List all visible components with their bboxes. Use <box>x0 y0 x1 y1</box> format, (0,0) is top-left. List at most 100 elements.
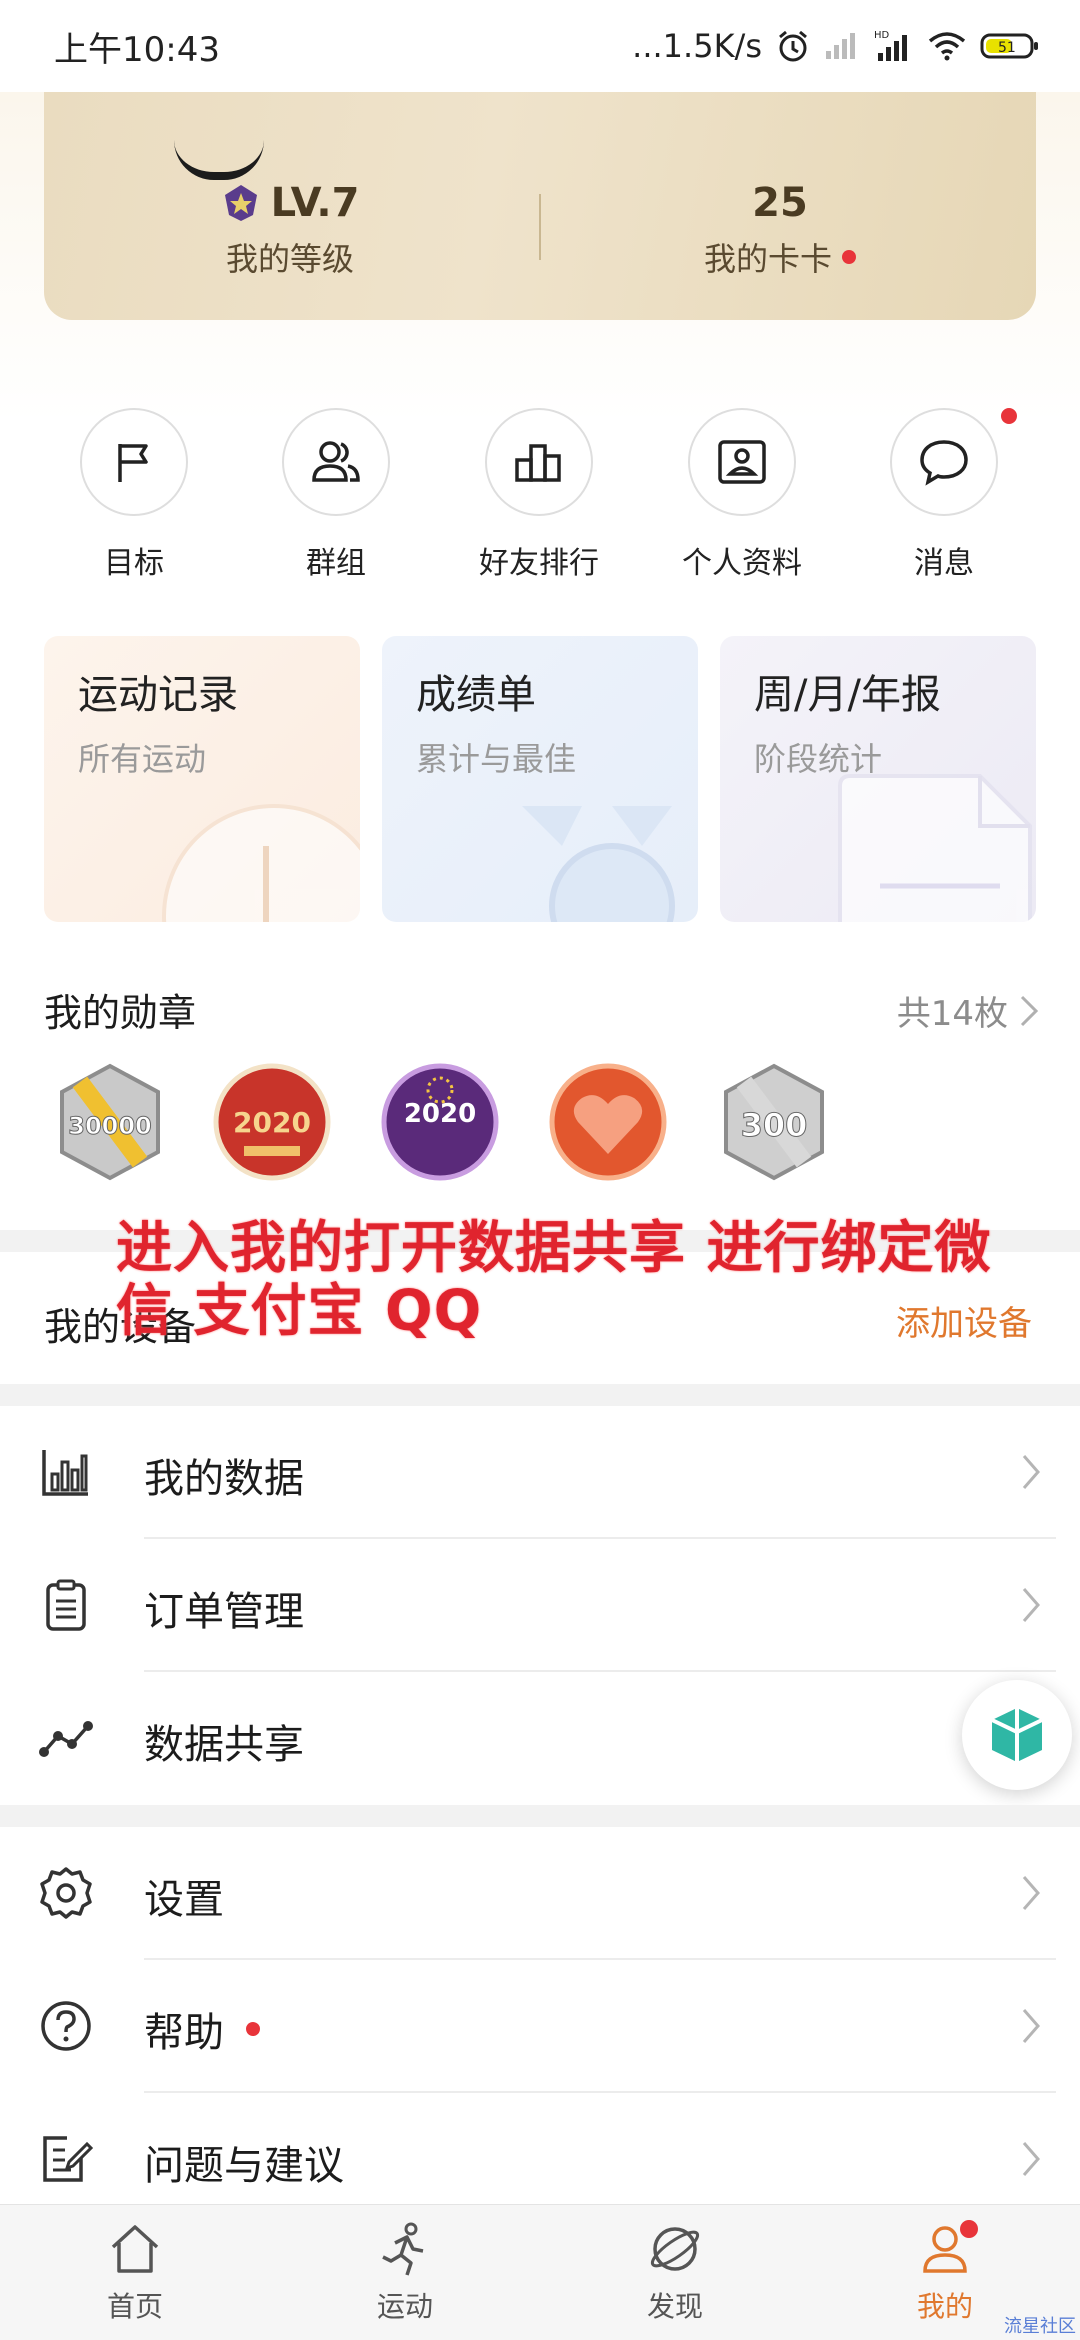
section-gap <box>0 1805 1080 1827</box>
level-badge-icon <box>224 185 257 221</box>
home-icon <box>111 2225 159 2273</box>
menu-item-label: 订单管理 <box>144 1589 304 1635</box>
share-nodes-icon <box>39 1721 93 1757</box>
level-stat[interactable]: LV.7 我的等级 <box>140 180 440 280</box>
menu-item-label: 我的数据 <box>144 1456 304 1502</box>
nav-tab-sport[interactable]: 运动 <box>305 2221 505 2325</box>
cards-stat[interactable]: 25 我的卡卡 <box>630 180 930 280</box>
quick-action-goal[interactable]: 目标 <box>64 408 204 582</box>
menu-item-settings[interactable]: 设置 <box>0 1827 1080 1960</box>
chevron-right-icon <box>1022 1588 1040 1622</box>
wifi-icon <box>928 32 966 61</box>
battery-level: 51 <box>998 40 1016 56</box>
nav-tab-home[interactable]: 首页 <box>35 2221 235 2325</box>
chevron-right-icon <box>1022 1876 1040 1910</box>
me-badge-dot <box>960 2220 978 2238</box>
discover-icon <box>650 2227 700 2271</box>
document-decoration-icon <box>838 774 1032 922</box>
annotation-overlay-text: 进入我的打开数据共享 进行绑定微信 支付宝 QQ <box>116 1216 992 1344</box>
feature-card-subtitle: 累计与最佳 <box>416 740 577 778</box>
svg-text:HD: HD <box>874 30 890 41</box>
signal-icon <box>826 33 855 59</box>
help-icon <box>41 2001 91 2051</box>
medal-decoration-icon <box>522 806 675 922</box>
cards-label: 我的卡卡 <box>703 240 832 278</box>
medal-300[interactable]: 300 <box>714 1062 834 1182</box>
gear-icon <box>40 1867 92 1919</box>
menu-item-label: 问题与建议 <box>144 2143 344 2189</box>
battery-icon: 51 <box>980 33 1038 59</box>
medal-text: 2020 <box>404 1099 476 1129</box>
level-value: LV.7 <box>270 180 360 226</box>
nav-label: 发现 <box>646 2290 703 2323</box>
chevron-right-icon <box>1022 1455 1040 1489</box>
cube-icon <box>991 1708 1043 1762</box>
level-label: 我的等级 <box>225 240 354 278</box>
chevron-right-icon <box>1022 2009 1040 2043</box>
medal-30000[interactable]: 30000 <box>50 1062 170 1182</box>
nav-label: 首页 <box>106 2290 163 2323</box>
feature-card-title: 成绩单 <box>416 672 536 718</box>
feature-card-title: 周/月/年报 <box>754 672 941 718</box>
group-icon <box>312 441 360 482</box>
ranking-icon <box>515 444 561 482</box>
menu-item-my-data[interactable]: 我的数据 <box>0 1406 1080 1539</box>
feature-card-title: 运动记录 <box>78 672 238 718</box>
profile-card-icon <box>718 440 766 484</box>
floating-action-button[interactable] <box>962 1680 1072 1790</box>
cards-badge-dot <box>842 250 856 264</box>
menu-item-data-sharing[interactable]: 数据共享 <box>0 1672 1080 1805</box>
feature-card-periodic-report[interactable]: 周/月/年报 阶段统计 <box>720 636 1036 922</box>
quick-action-message[interactable]: 消息 <box>874 408 1014 582</box>
medal-text: 30000 <box>68 1112 152 1140</box>
chevron-right-icon <box>1022 2142 1040 2176</box>
menu-item-help[interactable]: 帮助 <box>0 1960 1080 2093</box>
quick-action-label: 个人资料 <box>682 546 802 581</box>
hd-signal-icon: HD <box>874 30 907 61</box>
medals-section-title: 我的勋章 <box>44 991 197 1035</box>
message-icon <box>920 440 968 486</box>
section-gap <box>0 1384 1080 1406</box>
quick-action-label: 消息 <box>914 546 974 581</box>
menu-item-label: 设置 <box>144 1877 224 1923</box>
medal-2020-happy-new-year[interactable]: 2020 <box>380 1062 500 1182</box>
medal-text: 2020 <box>233 1106 311 1139</box>
bottom-navigation: 首页 运动 发现 我的 <box>0 2204 1080 2340</box>
menu-item-order-management[interactable]: 订单管理 <box>0 1539 1080 1672</box>
medal-count-link[interactable]: 共14枚 <box>897 986 1040 1035</box>
running-icon <box>382 2222 424 2276</box>
nav-tab-discover[interactable]: 发现 <box>575 2221 775 2325</box>
quick-action-label: 目标 <box>104 546 164 581</box>
quick-action-profile[interactable]: 个人资料 <box>672 408 812 582</box>
quick-action-ranking[interactable]: 好友排行 <box>469 408 609 582</box>
flag-icon <box>118 444 148 482</box>
cards-value: 25 <box>752 180 808 226</box>
feedback-icon <box>43 2136 93 2182</box>
medal-count: 共14枚 <box>896 994 1008 1034</box>
watermark: 流星社区 <box>1004 2316 1076 2337</box>
medal-heart[interactable] <box>548 1062 668 1182</box>
alarm-icon <box>779 30 807 62</box>
nav-label: 运动 <box>376 2290 433 2323</box>
status-time: 上午10:43 <box>54 30 220 70</box>
quick-action-label: 好友排行 <box>479 546 599 581</box>
clipboard-icon <box>46 1579 86 1631</box>
status-bar: 上午10:43 ...1.5K/s HD 51 <box>0 0 1080 92</box>
quick-action-label: 群组 <box>306 546 366 581</box>
nav-tab-me[interactable]: 我的 <box>845 2221 1045 2325</box>
chevron-right-icon <box>1020 995 1039 1026</box>
quick-action-group[interactable]: 群组 <box>266 408 406 582</box>
help-badge-dot <box>246 2022 260 2036</box>
feature-card-subtitle: 所有运动 <box>78 740 207 778</box>
clock-decoration-icon <box>162 804 360 922</box>
avatar[interactable] <box>174 140 264 180</box>
medal-2020-new-year-red[interactable]: 2020 <box>212 1062 332 1182</box>
feature-card-workout-records[interactable]: 运动记录 所有运动 <box>44 636 360 922</box>
medal-text: 300 <box>741 1106 808 1144</box>
bar-chart-icon <box>42 1450 88 1496</box>
feature-card-report-card[interactable]: 成绩单 累计与最佳 <box>382 636 698 922</box>
menu-item-label: 帮助 <box>144 2010 224 2056</box>
stat-divider <box>539 194 541 260</box>
message-badge-dot <box>1001 408 1017 424</box>
network-speed: ...1.5K/s <box>632 27 762 65</box>
